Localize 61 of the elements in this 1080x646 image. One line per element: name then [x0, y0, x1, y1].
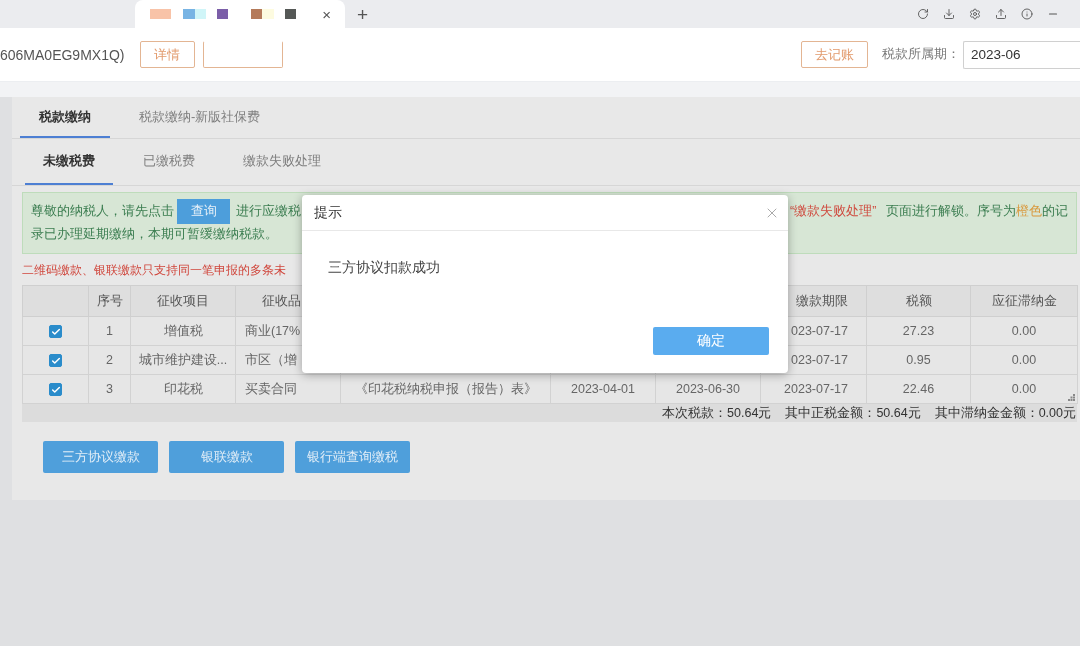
color-block-icon	[217, 9, 228, 19]
sub-tab[interactable]: 已缴税费	[125, 139, 213, 185]
color-block-icon	[285, 9, 296, 19]
table-cell: 0.95	[866, 345, 971, 375]
notice-text: 尊敬的纳税人，请先点击	[31, 202, 174, 220]
clipped-button[interactable]	[202, 41, 283, 68]
refresh-icon[interactable]	[917, 8, 929, 20]
dialog-message: 三方协议扣款成功	[328, 259, 440, 277]
color-block-icon	[150, 9, 171, 19]
payment-button[interactable]: 三方协议缴款	[43, 441, 158, 473]
table-cell: 2023-06-30	[655, 374, 761, 404]
notice-text: 录已办理延期缴纳，本期可暂缓缴纳税款。	[31, 226, 278, 243]
period-label: 税款所属期：	[882, 46, 960, 63]
period-field[interactable]: 2023-06	[963, 40, 1080, 69]
confirm-button[interactable]: 确定	[653, 327, 769, 355]
table-cell: 2023-04-01	[550, 374, 656, 404]
table-cell: 增值税	[130, 316, 236, 346]
total-text: 本次税款：50.64元	[662, 404, 772, 422]
dialog-title: 提示	[314, 203, 342, 222]
table-cell: 0.00	[970, 316, 1078, 346]
table-cell: 2023-07-17	[760, 374, 867, 404]
notice-text: 进行应缴税	[236, 202, 301, 220]
column-header: 征收项目	[130, 285, 236, 317]
download-icon[interactable]	[943, 8, 955, 20]
tab-close-button[interactable]: ×	[322, 6, 331, 22]
table-cell: 0.00	[970, 374, 1078, 404]
resize-grip-icon[interactable]	[1068, 394, 1075, 401]
row-checkbox[interactable]	[49, 383, 62, 397]
table-cell: 印花税	[130, 374, 236, 404]
row-checkbox[interactable]	[49, 354, 62, 368]
row-checkbox[interactable]	[49, 325, 62, 339]
column-header: 应征滞纳金	[970, 285, 1078, 317]
table-cell: 《印花税纳税申报（报告）表》	[340, 374, 551, 404]
payment-button[interactable]: 银联缴款	[169, 441, 284, 473]
payment-button[interactable]: 银行端查询缴税	[295, 441, 410, 473]
color-block-icon	[183, 9, 206, 19]
bookkeeping-button[interactable]: 去记账	[801, 41, 868, 68]
info-icon[interactable]	[1021, 8, 1033, 20]
sub-tab[interactable]: 缴款失败处理	[225, 139, 339, 185]
tab[interactable]: 税款缴纳-新版社保费	[120, 97, 280, 138]
column-header: 序号	[88, 285, 131, 317]
taxpayer-id-text: 606MA0EG9MX1Q)	[0, 46, 125, 63]
total-text: 其中正税金额：50.64元	[785, 404, 921, 422]
table-cell: 22.46	[866, 374, 971, 404]
query-button[interactable]: 查询	[177, 198, 230, 224]
settings-icon[interactable]	[969, 8, 981, 20]
table-cell: 27.23	[866, 316, 971, 346]
browser-tab[interactable]: ×	[135, 0, 345, 28]
table-cell: 买卖合同	[235, 374, 341, 404]
column-header: 税额	[866, 285, 971, 317]
table-cell: 城市维护建设...	[130, 345, 236, 375]
color-block-icon	[251, 9, 274, 19]
table-cell: 0.00	[970, 345, 1078, 375]
tab[interactable]: 税款缴纳	[20, 97, 110, 138]
details-button[interactable]: 详情	[139, 41, 195, 68]
upload-icon[interactable]	[995, 8, 1007, 20]
new-tab-button[interactable]: +	[357, 4, 369, 24]
sub-tab[interactable]: 未缴税费	[25, 139, 113, 185]
notice-text: “缴款失败处理” 页面进行解锁。序号为橙色的记	[790, 202, 1069, 220]
warning-text: 二维码缴款、银联缴款只支持同一笔申报的多条未	[22, 262, 286, 279]
total-text: 其中滞纳金金额：0.00元	[934, 404, 1076, 422]
